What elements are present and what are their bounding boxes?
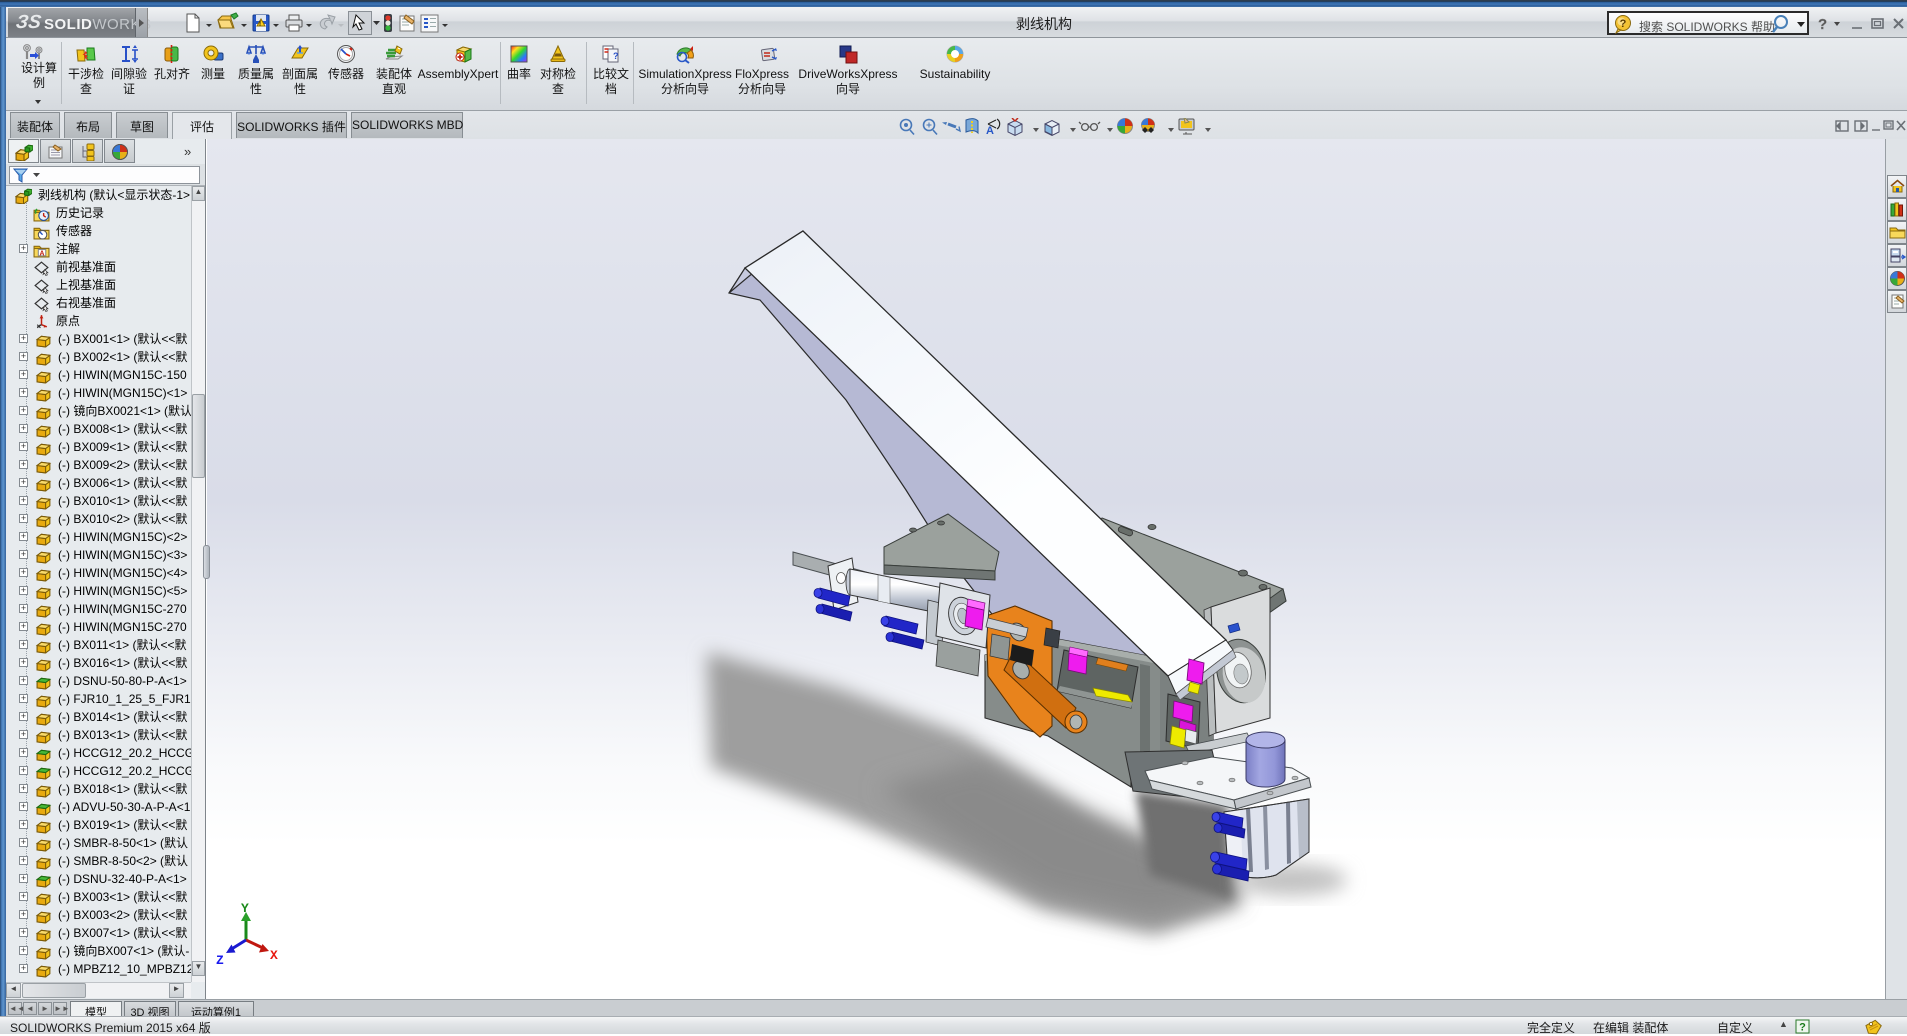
svg-text:?: ? — [1620, 18, 1627, 30]
svg-text:A: A — [986, 125, 994, 137]
svg-text:X: X — [270, 948, 278, 963]
svg-text:?: ? — [1818, 16, 1827, 33]
svg-text:!: ! — [259, 21, 261, 28]
svg-text:Y: Y — [241, 901, 249, 916]
svg-text:?: ? — [613, 51, 619, 61]
svg-text:Z: Z — [216, 953, 224, 968]
svg-text:?: ? — [1799, 1022, 1806, 1034]
